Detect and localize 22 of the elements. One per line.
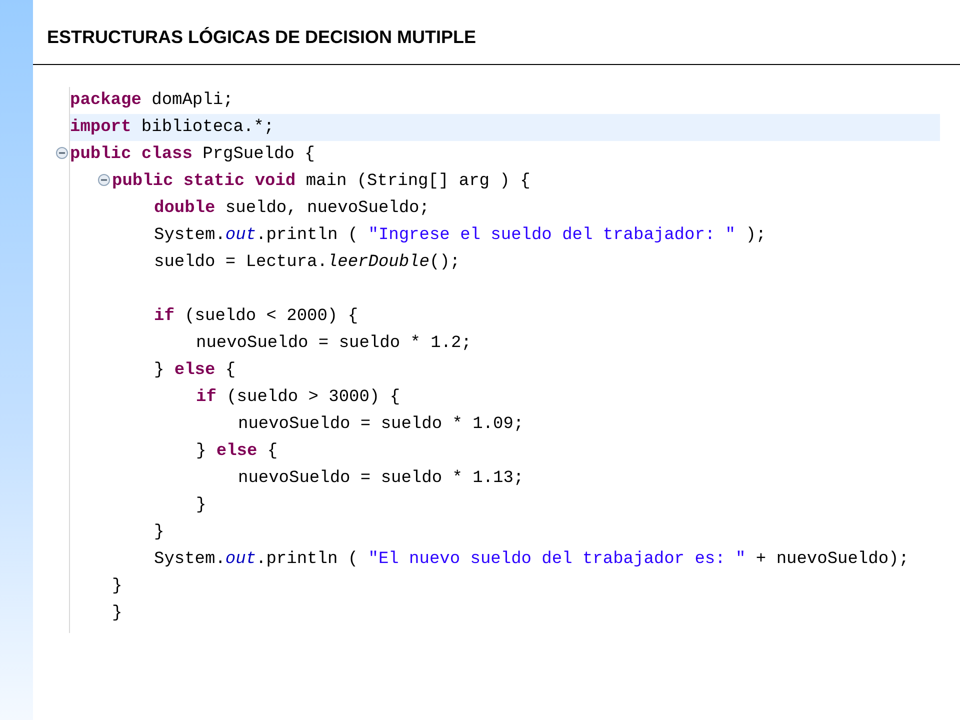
- code-line: if (sueldo < 2000) {: [154, 306, 358, 326]
- code-line: nuevoSueldo = sueldo * 1.13;: [238, 468, 524, 488]
- code-line: }: [112, 604, 122, 624]
- code-line: }: [154, 522, 164, 542]
- collapse-icon[interactable]: [56, 147, 68, 159]
- code-line: package domApli;: [70, 90, 234, 110]
- code-line: nuevoSueldo = sueldo * 1.2;: [196, 334, 472, 354]
- code-line: } else {: [196, 442, 278, 462]
- code-line: }: [196, 496, 206, 516]
- code-line: import biblioteca.*;: [70, 118, 274, 138]
- code-line: }: [112, 576, 122, 596]
- code-line: public static void main (String[] arg ) {: [112, 172, 530, 192]
- collapse-icon[interactable]: [98, 174, 110, 186]
- code-line: sueldo = Lectura.leerDouble();: [154, 252, 460, 272]
- code-line: double sueldo, nuevoSueldo;: [154, 198, 430, 218]
- code-line: public class PrgSueldo {: [70, 144, 315, 164]
- code-line: } else {: [154, 360, 236, 380]
- slide-title: ESTRUCTURAS LÓGICAS DE DECISION MUTIPLE: [47, 27, 476, 48]
- code-line: nuevoSueldo = sueldo * 1.09;: [238, 414, 524, 434]
- code-line: System.out.println ( "Ingrese el sueldo del trabajador: " );: [154, 226, 766, 246]
- code-line: System.out.println ( "El nuevo sueldo del trabajador es: " + nuevoSueldo);: [154, 550, 909, 570]
- code-line: if (sueldo > 3000) {: [196, 388, 400, 408]
